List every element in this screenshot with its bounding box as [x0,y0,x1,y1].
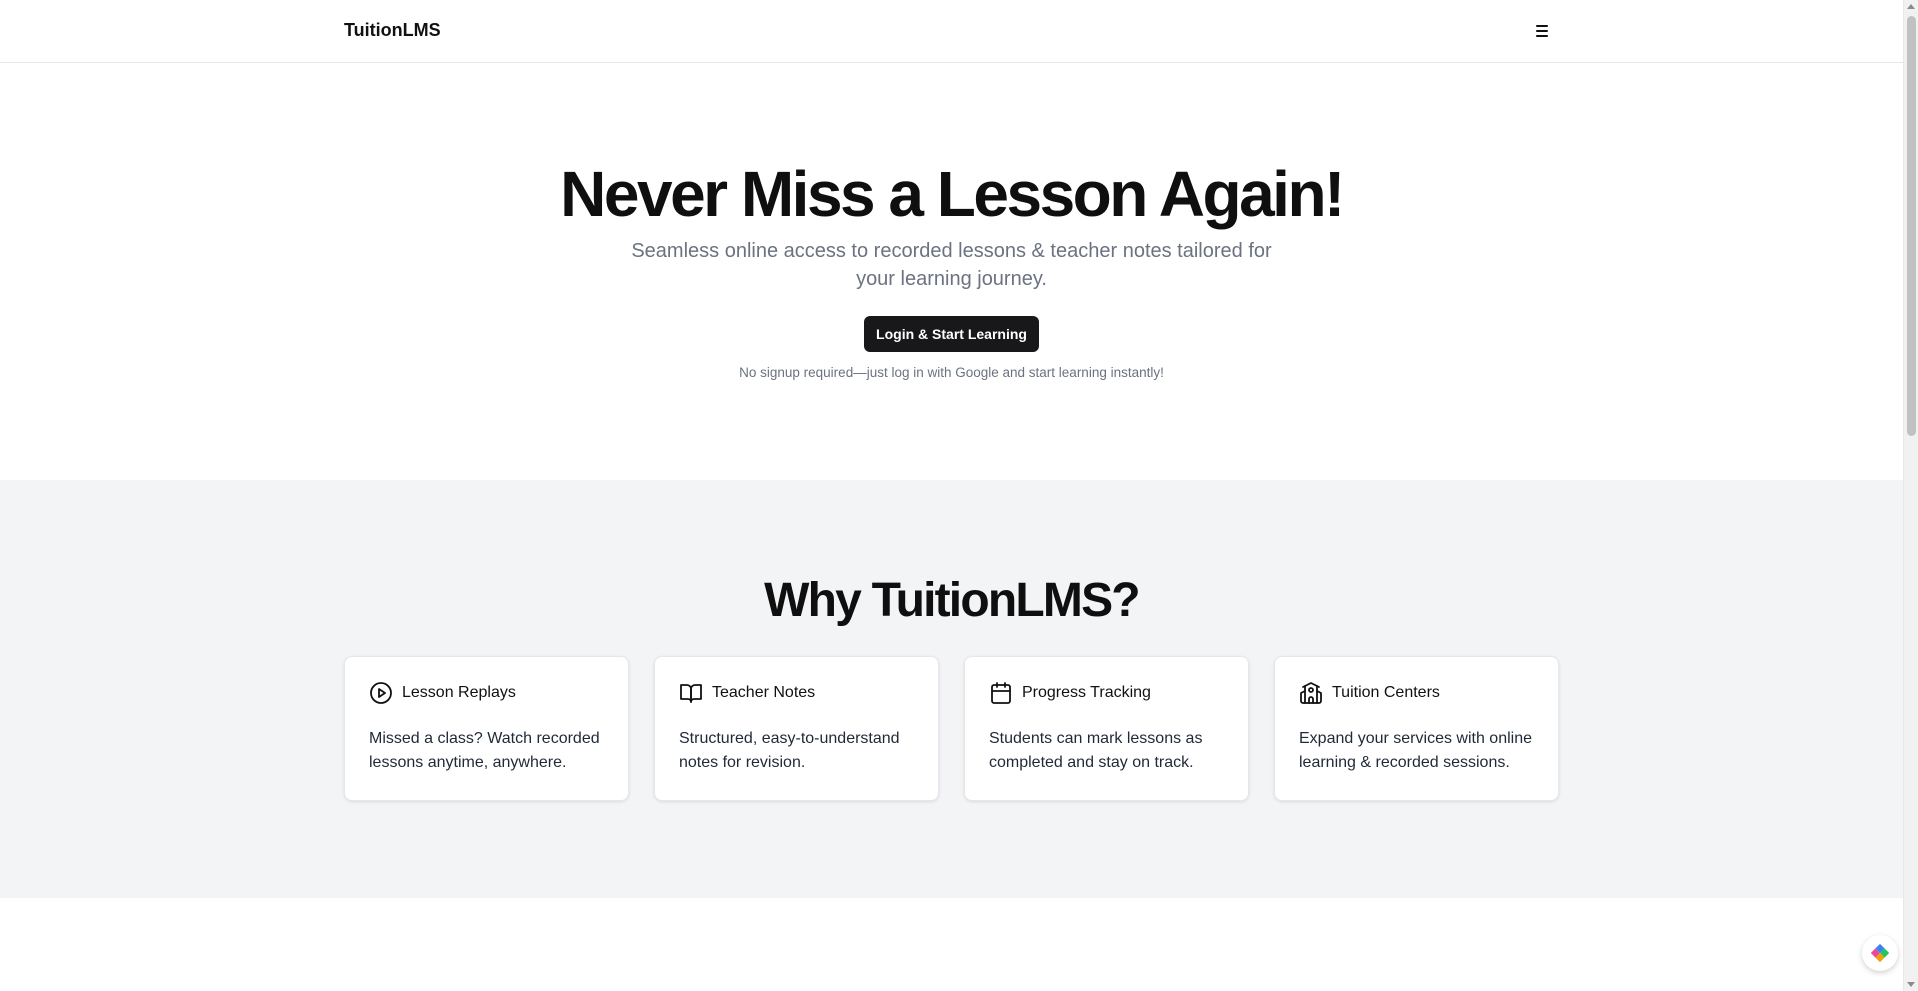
hero-title: Never Miss a Lesson Again! [560,158,1345,230]
feature-card-title: Lesson Replays [402,684,516,701]
feature-card-description: Students can mark lessons as completed a… [989,730,1203,771]
brand-logo[interactable]: TuitionLMS [344,20,441,41]
feature-cards: Lesson Replays Missed a class? Watch rec… [344,656,1559,801]
feature-card-teacher-notes: Teacher Notes Structured, easy-to-unders… [654,656,939,801]
features-section: Why TuitionLMS? Lesson Replays Missed a … [0,480,1903,898]
hero-subtitle: Seamless online access to recorded lesso… [631,240,1272,290]
school-icon [1299,681,1323,705]
login-start-learning-button[interactable]: Login & Start Learning [864,316,1039,352]
hero-section: Never Miss a Lesson Again! Seamless onli… [0,63,1903,479]
feature-card-progress-tracking: Progress Tracking Students can mark less… [964,656,1249,801]
book-open-icon [679,681,703,705]
hamburger-menu-icon[interactable] [1531,19,1553,43]
feature-card-description: Structured, easy-to-understand notes for… [679,730,900,771]
feature-card-title: Progress Tracking [1022,684,1151,701]
scrollbar-thumb[interactable] [1907,16,1916,436]
scroll-down-arrow-icon[interactable] [1907,982,1915,987]
calendar-icon [989,681,1013,705]
diamond-logo-icon [1870,943,1890,963]
floating-widget-button[interactable] [1862,935,1898,971]
feature-card-description: Missed a class? Watch recorded lessons a… [369,730,600,771]
hero-note: No signup required—just log in with Goog… [739,365,1164,380]
features-title: Why TuitionLMS? [764,574,1140,627]
feature-card-description: Expand your services with online learnin… [1299,730,1533,771]
landing-page: TuitionLMS Never Miss a Lesson Again! Se… [0,0,1903,991]
play-circle-icon [369,681,393,705]
scroll-up-arrow-icon[interactable] [1907,4,1915,9]
feature-card-lesson-replays: Lesson Replays Missed a class? Watch rec… [344,656,629,801]
feature-card-title: Teacher Notes [712,684,816,701]
site-header: TuitionLMS [0,0,1903,63]
feature-card-tuition-centers: Tuition Centers Expand your services wit… [1274,656,1559,801]
vertical-scrollbar[interactable] [1903,0,1918,991]
feature-card-title: Tuition Centers [1332,684,1440,701]
